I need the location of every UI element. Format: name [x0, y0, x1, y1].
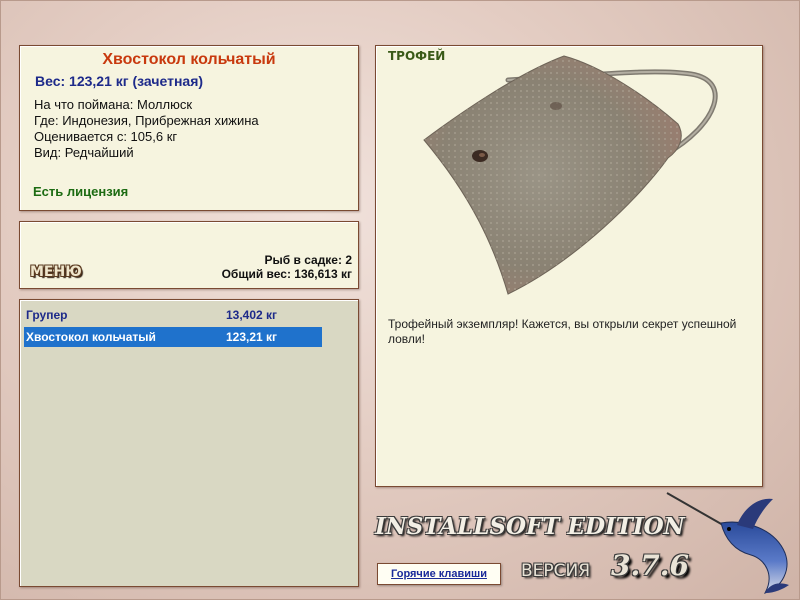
keepnet-stats: Рыб в садке: 2 Общий вес: 136,613 кг — [222, 253, 352, 281]
kind-text: Вид: Редчайший — [34, 145, 134, 160]
license-status: Есть лицензия — [33, 184, 129, 199]
fish-title: Хвостокол кольчатый — [102, 51, 276, 68]
catch-name: Групер — [26, 308, 68, 322]
trophy-panel: ТРОФЕЙ Трофейный экземпляр! Кажется, вы … — [375, 45, 763, 487]
catch-list-item-stingray[interactable]: Хвостокол кольчатый 123,21 кг — [24, 327, 322, 347]
catch-name: Хвостокол кольчатый — [26, 330, 156, 344]
caught-on-text: На что поймана: Моллюск — [34, 97, 193, 112]
catch-list-panel: Групер 13,402 кг Хвостокол кольчатый 123… — [19, 299, 359, 587]
keepnet-panel: МЕНЮ Рыб в садке: 2 Общий вес: 136,613 к… — [19, 221, 359, 289]
trophy-description: Трофейный экземпляр! Кажется, вы открыли… — [388, 317, 737, 346]
fish-weight: Вес: 123,21 кг (зачетная) — [35, 73, 204, 89]
hotkeys-link[interactable]: Горячие клавиши — [377, 563, 501, 585]
valued-from-text: Оценивается с: 105,6 кг — [34, 129, 178, 144]
version-label: ВЕРСИЯ — [521, 561, 591, 581]
catch-weight: 123,21 кг — [226, 330, 278, 344]
location-text: Где: Индонезия, Прибрежная хижина — [34, 113, 259, 128]
catch-list-item-grouper[interactable]: Групер 13,402 кг — [24, 305, 322, 325]
marlin-icon — [666, 492, 789, 594]
menu-button[interactable]: МЕНЮ — [30, 264, 82, 280]
stingray-image — [423, 55, 718, 295]
total-weight: Общий вес: 136,613 кг — [221, 267, 352, 281]
catch-weight: 13,402 кг — [226, 308, 278, 322]
brand-logo-text: INSTALLSOFT EDITION — [375, 513, 685, 540]
fish-count: Рыб в садке: 2 — [264, 253, 352, 267]
fish-info-panel: Хвостокол кольчатый Вес: 123,21 кг (заче… — [19, 45, 359, 211]
